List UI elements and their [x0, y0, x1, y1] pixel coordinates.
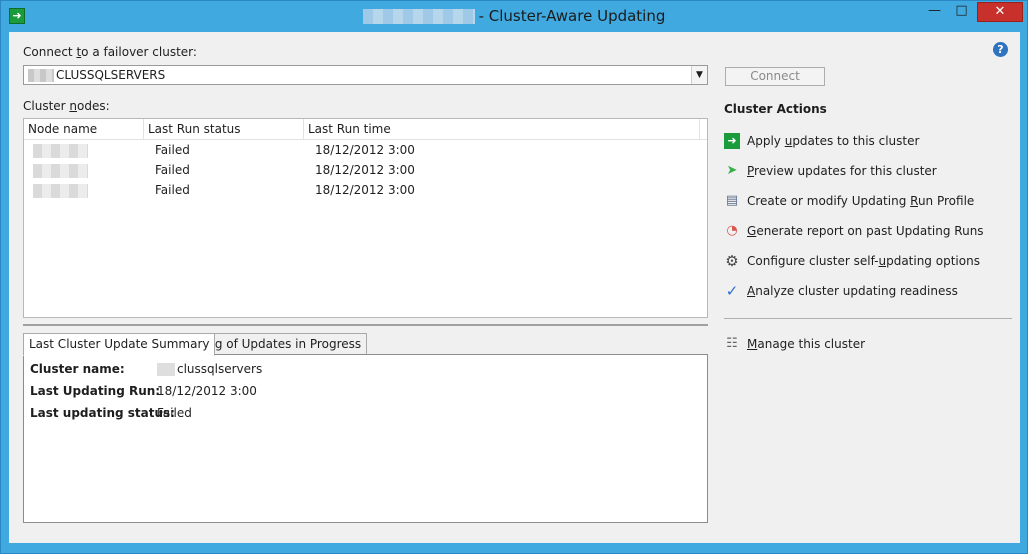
- redacted-node-name: [33, 164, 88, 178]
- preview-updates-link[interactable]: Preview updates for this cluster: [747, 161, 937, 181]
- cluster-combobox[interactable]: CLUSSQLSERVERS ▼: [23, 65, 708, 85]
- redacted-server-name: [362, 9, 475, 24]
- title-bar[interactable]: ➜ - Cluster-Aware Updating — □ ✕: [1, 1, 1027, 32]
- server-manager-icon: ☷: [726, 336, 738, 351]
- cluster-actions-title: Cluster Actions: [724, 102, 827, 116]
- row-time: 18/12/2012 3:00: [315, 183, 415, 197]
- row-time: 18/12/2012 3:00: [315, 143, 415, 157]
- generate-report-link[interactable]: Generate report on past Updating Runs: [747, 221, 984, 241]
- tab-last-cluster-update-summary[interactable]: Last Cluster Update Summary: [23, 333, 216, 356]
- table-row[interactable]: Failed 18/12/2012 3:00: [24, 140, 707, 160]
- close-button[interactable]: ✕: [977, 2, 1023, 22]
- window-title: - Cluster-Aware Updating: [1, 7, 1027, 25]
- analyze-readiness-link[interactable]: Analyze cluster updating readiness: [747, 281, 958, 301]
- actions-divider: [724, 318, 1012, 319]
- cluster-name-label: Cluster name:: [30, 362, 125, 376]
- connect-label: Connect to a failover cluster:: [23, 45, 197, 59]
- column-last-run-status[interactable]: Last Run status: [144, 119, 304, 139]
- preview-arrow-icon: ➤: [726, 163, 738, 178]
- manage-cluster-link[interactable]: Manage this cluster: [747, 334, 865, 354]
- connect-button[interactable]: Connect: [725, 67, 825, 86]
- cluster-combobox-value: CLUSSQLSERVERS: [56, 68, 166, 82]
- tab-log-of-updates[interactable]: Log of Updates in Progress: [195, 333, 368, 355]
- last-status-label: Last updating status:: [30, 406, 175, 420]
- gear-icon: ⚙: [725, 252, 739, 270]
- last-status-value: Failed: [157, 406, 192, 420]
- row-status: Failed: [155, 163, 190, 177]
- report-icon: ◔: [726, 223, 738, 238]
- apply-updates-icon: ➜: [724, 133, 740, 149]
- checkmark-icon: ✓: [725, 282, 739, 300]
- document-icon: ▤: [725, 193, 739, 208]
- cluster-name-value: clussqlservers: [157, 362, 262, 376]
- row-time: 18/12/2012 3:00: [315, 163, 415, 177]
- minimize-button[interactable]: —: [921, 2, 948, 22]
- maximize-button[interactable]: □: [948, 2, 975, 22]
- run-profile-link[interactable]: Create or modify Updating Run Profile: [747, 191, 974, 211]
- chevron-down-icon[interactable]: ▼: [691, 66, 707, 84]
- row-status: Failed: [155, 143, 190, 157]
- column-last-run-time[interactable]: Last Run time: [304, 119, 700, 139]
- table-row[interactable]: Failed 18/12/2012 3:00: [24, 180, 707, 200]
- client-area: ? Connect to a failover cluster: CLUSSQL…: [9, 32, 1020, 543]
- help-icon[interactable]: ?: [993, 42, 1008, 57]
- redacted-prefix: [157, 363, 175, 376]
- cluster-nodes-list[interactable]: Node name Last Run status Last Run time …: [23, 118, 708, 318]
- redacted-prefix: [28, 69, 54, 82]
- redacted-node-name: [33, 144, 88, 158]
- redacted-node-name: [33, 184, 88, 198]
- app-window: ➜ - Cluster-Aware Updating — □ ✕ ? Conne…: [0, 0, 1028, 554]
- cluster-nodes-label: Cluster nodes:: [23, 99, 110, 113]
- list-header: Node name Last Run status Last Run time: [24, 119, 707, 140]
- apply-updates-link[interactable]: Apply updates to this cluster: [747, 131, 919, 151]
- column-node-name[interactable]: Node name: [24, 119, 144, 139]
- self-updating-link[interactable]: Configure cluster self-updating options: [747, 251, 980, 271]
- summary-panel: Cluster name: clussqlservers Last Updati…: [23, 354, 708, 523]
- table-row[interactable]: Failed 18/12/2012 3:00: [24, 160, 707, 180]
- last-run-label: Last Updating Run:: [30, 384, 161, 398]
- row-status: Failed: [155, 183, 190, 197]
- panel-splitter[interactable]: [23, 324, 708, 326]
- last-run-value: 18/12/2012 3:00: [157, 384, 257, 398]
- window-title-text: - Cluster-Aware Updating: [478, 7, 666, 25]
